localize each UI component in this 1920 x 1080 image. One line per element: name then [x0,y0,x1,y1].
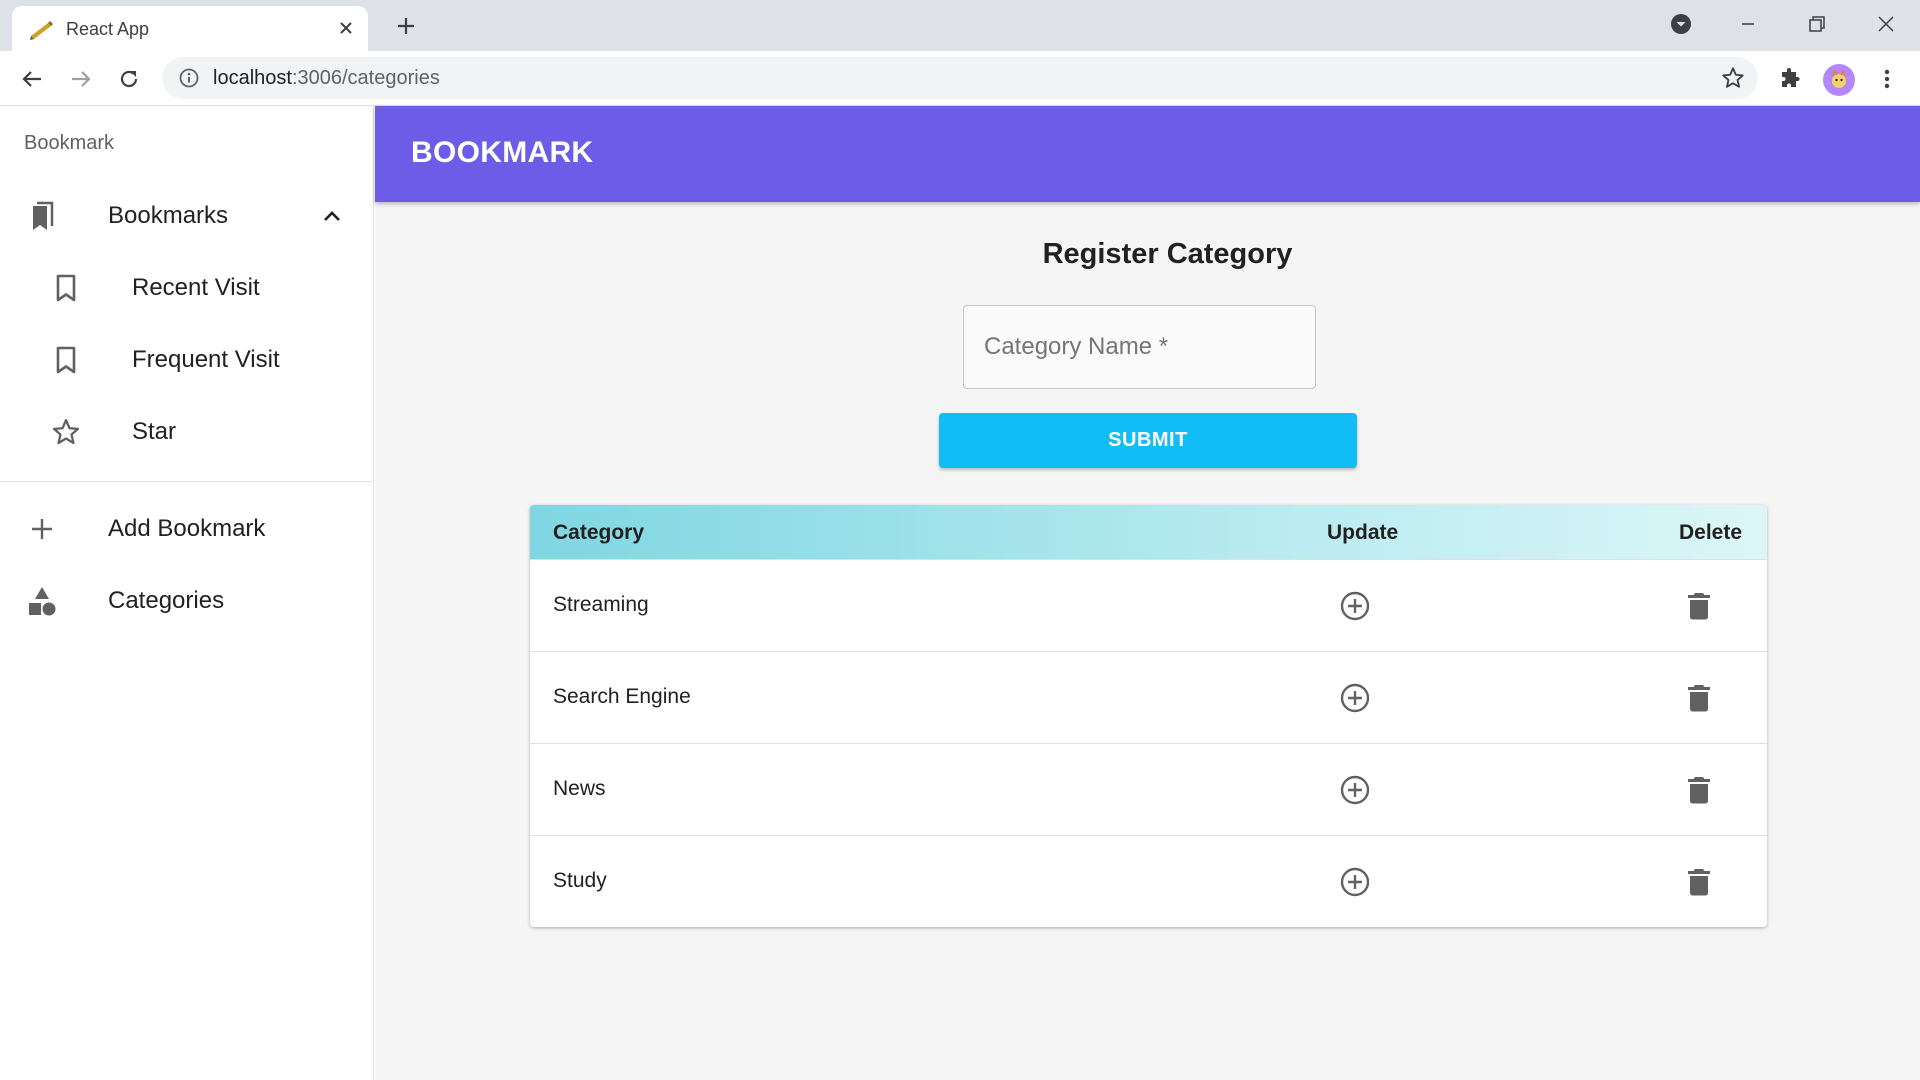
category-table: Category Update Delete Streaming Search … [530,505,1767,927]
sidebar: Bookmark Bookmarks Recent Visit Frequent… [0,106,374,1080]
close-window-icon[interactable] [1866,6,1906,42]
category-name-cell: Search Engine [553,685,691,708]
close-tab-icon[interactable] [332,14,360,42]
reload-icon[interactable] [114,64,144,94]
category-name-cell: Streaming [553,593,649,616]
sidebar-item-frequent-visit[interactable]: Frequent Visit [0,324,374,396]
column-header-delete[interactable]: Delete [1679,521,1742,545]
sidebar-item-bookmarks[interactable]: Bookmarks [0,180,374,252]
sidebar-item-categories[interactable]: Categories [0,565,374,637]
add-circle-icon[interactable] [1338,865,1372,899]
category-name-input[interactable] [964,306,1315,388]
bookmark-outline-icon [49,271,83,305]
sidebar-brand: Bookmark [24,132,115,154]
favicon-icon [28,17,54,41]
url-path: :3006/categories [291,67,440,89]
sidebar-item-recent-visit[interactable]: Recent Visit [0,252,374,324]
url-text: localhost:3006/categories [213,67,440,90]
sidebar-item-add-bookmark[interactable]: Add Bookmark [0,493,374,565]
page-title: Register Category [1042,238,1293,270]
column-header-category[interactable]: Category [553,521,644,545]
app-root: Bookmark Bookmarks Recent Visit Frequent… [0,106,1920,1080]
add-circle-icon[interactable] [1338,681,1372,715]
browser-toolbar: localhost:3006/categories [0,51,1920,106]
chevron-up-icon[interactable] [316,200,348,232]
category-shapes-icon [25,584,59,618]
trash-icon[interactable] [1682,865,1716,899]
bookmarks-icon [25,199,59,233]
app-bar: BOOKMARK [375,106,1920,202]
category-name-cell: Study [553,869,607,892]
sidebar-divider [0,481,374,482]
site-info-icon[interactable] [178,67,200,89]
table-row: Study [530,835,1767,927]
minimize-icon[interactable] [1728,6,1768,42]
table-row: Streaming [530,559,1767,651]
sidebar-item-label: Categories [108,587,225,614]
app-bar-title: BOOKMARK [411,136,594,169]
star-outline-icon [49,415,83,449]
sidebar-item-label: Bookmarks [108,202,229,229]
sidebar-item-label: Frequent Visit [132,346,280,373]
restore-icon[interactable] [1797,6,1837,42]
trash-icon[interactable] [1682,589,1716,623]
sidebar-item-label: Add Bookmark [108,515,266,542]
browser-tabstrip: React App [0,0,1920,51]
extensions-icon[interactable] [1775,64,1805,94]
table-row: Search Engine [530,651,1767,743]
category-name-field [963,305,1316,389]
url-host: localhost [213,67,292,89]
new-tab-icon[interactable] [390,10,422,42]
trash-icon[interactable] [1682,681,1716,715]
add-circle-icon[interactable] [1338,589,1372,623]
browser-menu-icon[interactable] [1872,64,1902,94]
tab-search-icon[interactable] [1661,6,1701,42]
browser-tab[interactable]: React App [12,6,368,51]
table-header: Category Update Delete [530,505,1767,559]
column-header-update[interactable]: Update [1327,521,1398,545]
category-name-cell: News [553,777,606,800]
table-row: News [530,743,1767,835]
tab-title: React App [66,19,150,39]
trash-icon[interactable] [1682,773,1716,807]
main-content: BOOKMARK Register Category SUBMIT Catego… [375,106,1920,1080]
back-icon[interactable] [17,64,47,94]
bookmark-star-icon[interactable] [1720,65,1746,91]
bookmark-outline-icon [49,343,83,377]
address-bar[interactable]: localhost:3006/categories [162,57,1758,99]
sidebar-item-label: Star [132,418,177,445]
plus-icon [25,512,59,546]
sidebar-item-star[interactable]: Star [0,396,374,468]
submit-button[interactable]: SUBMIT [939,413,1357,468]
sidebar-item-label: Recent Visit [132,274,260,301]
forward-icon[interactable] [66,64,96,94]
add-circle-icon[interactable] [1338,773,1372,807]
profile-avatar[interactable] [1823,64,1855,96]
